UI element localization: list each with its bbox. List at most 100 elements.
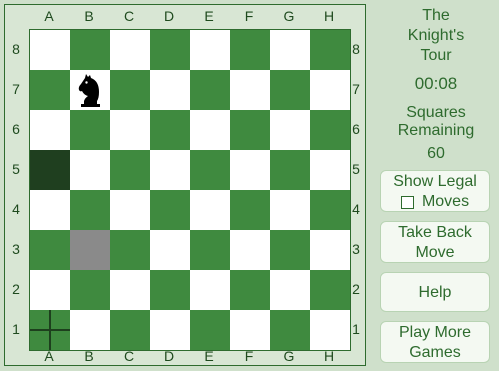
square-d1[interactable] [150,310,190,350]
chessboard [29,29,351,351]
square-h1[interactable] [310,310,350,350]
rank-label-left-2: 2 [12,281,20,297]
square-a4[interactable] [30,190,70,230]
square-g3[interactable] [270,230,310,270]
square-b6[interactable] [70,110,110,150]
square-c1[interactable] [110,310,150,350]
squares-remaining-value: 60 [427,145,445,162]
show-legal-moves-label-2: Moves [421,193,470,210]
square-e8[interactable] [190,30,230,70]
square-h6[interactable] [310,110,350,150]
square-a3[interactable] [30,230,70,270]
square-b5[interactable] [70,150,110,190]
square-h5[interactable] [310,150,350,190]
square-c6[interactable] [110,110,150,150]
square-d5[interactable] [150,150,190,190]
square-e5[interactable] [190,150,230,190]
square-f2[interactable] [230,270,270,310]
game-title: The Knight's Tour [376,6,496,66]
rank-label-left-4: 4 [12,201,20,217]
square-h3[interactable] [310,230,350,270]
take-back-label-1: Take Back [398,224,472,241]
square-b8[interactable] [70,30,110,70]
square-b1[interactable] [70,310,110,350]
file-label-top-e: E [204,8,214,24]
square-g8[interactable] [270,30,310,70]
square-f3[interactable] [230,230,270,270]
play-more-label-2: Games [409,344,461,361]
square-e3[interactable] [190,230,230,270]
play-more-games-button[interactable]: Play More Games [380,321,490,363]
square-h7[interactable] [310,70,350,110]
squares-remaining-label: Squares Remaining [376,104,496,140]
square-g2[interactable] [270,270,310,310]
square-b7[interactable] [70,70,110,110]
take-back-label-2: Move [415,244,455,261]
square-f6[interactable] [230,110,270,150]
crosshair-icon-vertical [49,310,51,350]
show-legal-moves-row: Moves [381,192,489,212]
show-legal-moves-button[interactable]: Show Legal Moves [380,170,490,212]
square-h2[interactable] [310,270,350,310]
square-c5[interactable] [110,150,150,190]
squares-remaining-line-2: Remaining [397,122,475,139]
square-f7[interactable] [230,70,270,110]
file-label-top-b: B [84,8,94,24]
help-button[interactable]: Help [380,272,490,312]
square-b2[interactable] [70,270,110,310]
square-d3[interactable] [150,230,190,270]
square-c2[interactable] [110,270,150,310]
square-b3[interactable] [70,230,110,270]
timer: 00:08 [414,74,458,93]
square-c8[interactable] [110,30,150,70]
square-c7[interactable] [110,70,150,110]
square-f8[interactable] [230,30,270,70]
square-d4[interactable] [150,190,190,230]
square-g5[interactable] [270,150,310,190]
square-a7[interactable] [30,70,70,110]
rank-label-left-7: 7 [12,81,20,97]
square-d8[interactable] [150,30,190,70]
rank-label-left-8: 8 [12,41,20,57]
square-d6[interactable] [150,110,190,150]
file-label-top-d: D [163,8,175,24]
square-e7[interactable] [190,70,230,110]
square-e1[interactable] [190,310,230,350]
square-a5[interactable] [30,150,70,190]
rank-label-left-3: 3 [12,241,20,257]
square-a6[interactable] [30,110,70,150]
square-a8[interactable] [30,30,70,70]
squares-remaining-line-1: Squares [406,104,466,121]
square-c3[interactable] [110,230,150,270]
square-b4[interactable] [70,190,110,230]
square-f5[interactable] [230,150,270,190]
file-label-top-a: A [44,8,54,24]
play-more-label-1: Play More [398,324,472,341]
square-c4[interactable] [110,190,150,230]
square-e4[interactable] [190,190,230,230]
file-label-top-f: F [244,8,254,24]
chess-knight-icon[interactable] [75,72,105,108]
square-g7[interactable] [270,70,310,110]
square-g1[interactable] [270,310,310,350]
square-e2[interactable] [190,270,230,310]
square-g6[interactable] [270,110,310,150]
rank-label-left-5: 5 [12,161,20,177]
chessboard-frame: A B C D E F G H A B C D E F G H 8 7 6 5 … [4,4,366,366]
take-back-move-button[interactable]: Take Back Move [380,221,490,263]
title-line-2: Knight's [407,27,465,44]
square-a2[interactable] [30,270,70,310]
square-d7[interactable] [150,70,190,110]
title-line-1: The [422,7,450,24]
square-g4[interactable] [270,190,310,230]
show-legal-moves-checkbox[interactable] [400,195,414,209]
square-h8[interactable] [310,30,350,70]
square-d2[interactable] [150,270,190,310]
square-f4[interactable] [230,190,270,230]
file-label-top-c: C [123,8,135,24]
square-a1[interactable] [30,310,70,350]
square-e6[interactable] [190,110,230,150]
square-f1[interactable] [230,310,270,350]
square-h4[interactable] [310,190,350,230]
file-label-top-g: G [283,8,295,24]
